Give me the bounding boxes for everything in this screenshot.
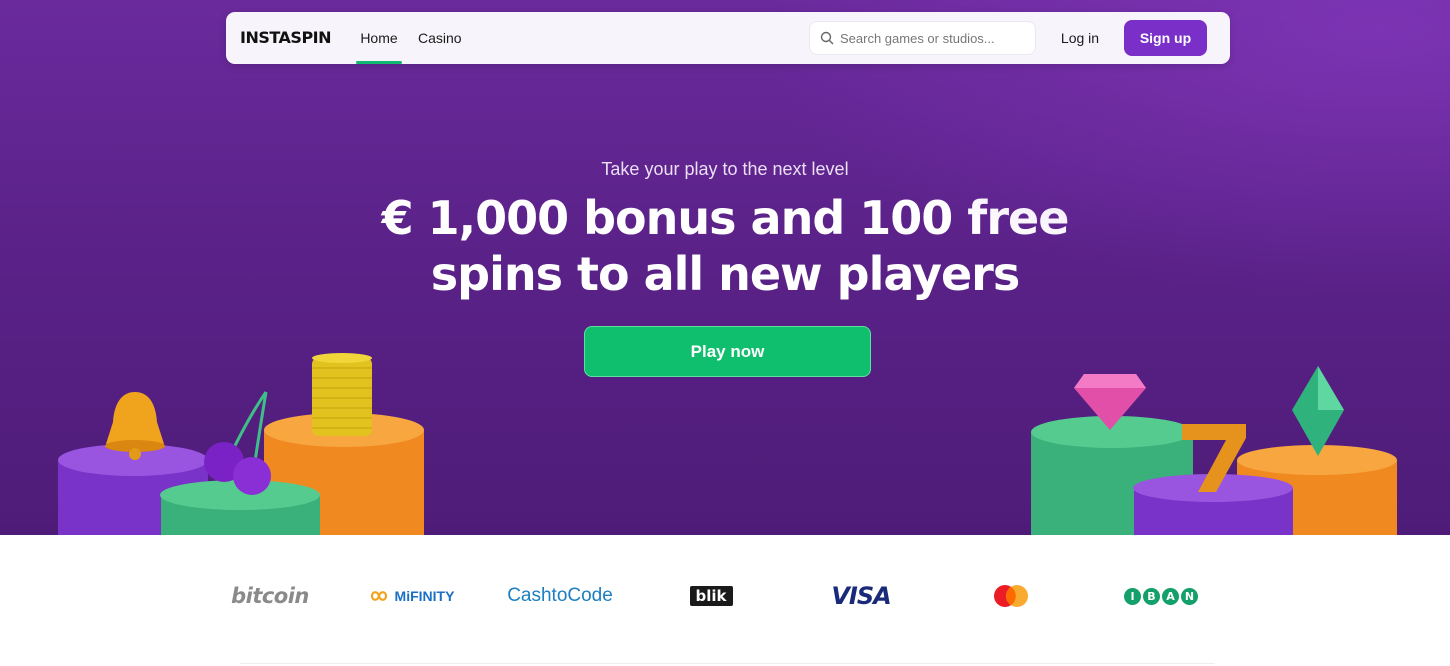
- search-input[interactable]: [840, 22, 1030, 54]
- seven-icon: [1182, 424, 1246, 492]
- nav-casino[interactable]: Casino: [418, 12, 462, 64]
- iban-logo: IBAN: [1124, 581, 1200, 611]
- mastercard-icon: [992, 581, 1030, 611]
- diamond-icon: [1074, 374, 1146, 430]
- section-divider: [240, 663, 1215, 664]
- mifinity-infinity-icon: [370, 591, 387, 601]
- play-now-button[interactable]: Play now: [584, 326, 871, 377]
- payment-methods-strip: bitcoin MiFINITY CashtoCode blik VISA IB…: [0, 535, 1450, 666]
- search-icon: [820, 31, 834, 45]
- coin-stack-icon: [312, 353, 372, 436]
- iban-letter: A: [1162, 587, 1179, 605]
- cherry-icon: [204, 391, 271, 495]
- visa-logo: VISA: [831, 582, 891, 610]
- hero-headline: € 1,000 bonus and 100 free spins to all …: [381, 191, 1070, 301]
- mifinity-text: MiFINITY: [394, 588, 455, 604]
- nav-home[interactable]: Home: [356, 12, 402, 64]
- blik-text: blik: [689, 586, 733, 606]
- blik-logo: blik: [688, 581, 734, 611]
- iban-letter: I: [1124, 587, 1141, 605]
- login-link[interactable]: Log in: [1052, 12, 1108, 64]
- bitcoin-logo: bitcoin: [231, 584, 309, 608]
- mifinity-logo: MiFINITY: [360, 581, 460, 611]
- iban-letter: N: [1181, 587, 1198, 605]
- mastercard-circles: [994, 585, 1028, 607]
- logo[interactable]: INSTASPIN: [240, 26, 332, 50]
- bell-icon: [105, 392, 165, 460]
- hero-tagline: Take your play to the next level: [601, 159, 849, 179]
- hero-banner: INSTASPIN Home Casino Log in Sign up Tak…: [0, 0, 1450, 535]
- cashtocode-logo: CashtoCode: [507, 585, 613, 606]
- top-navbar: INSTASPIN Home Casino Log in Sign up: [226, 12, 1230, 64]
- signup-button[interactable]: Sign up: [1124, 20, 1207, 56]
- search-box: [809, 21, 1036, 55]
- emerald-icon: [1292, 366, 1344, 456]
- iban-letter: B: [1143, 587, 1160, 605]
